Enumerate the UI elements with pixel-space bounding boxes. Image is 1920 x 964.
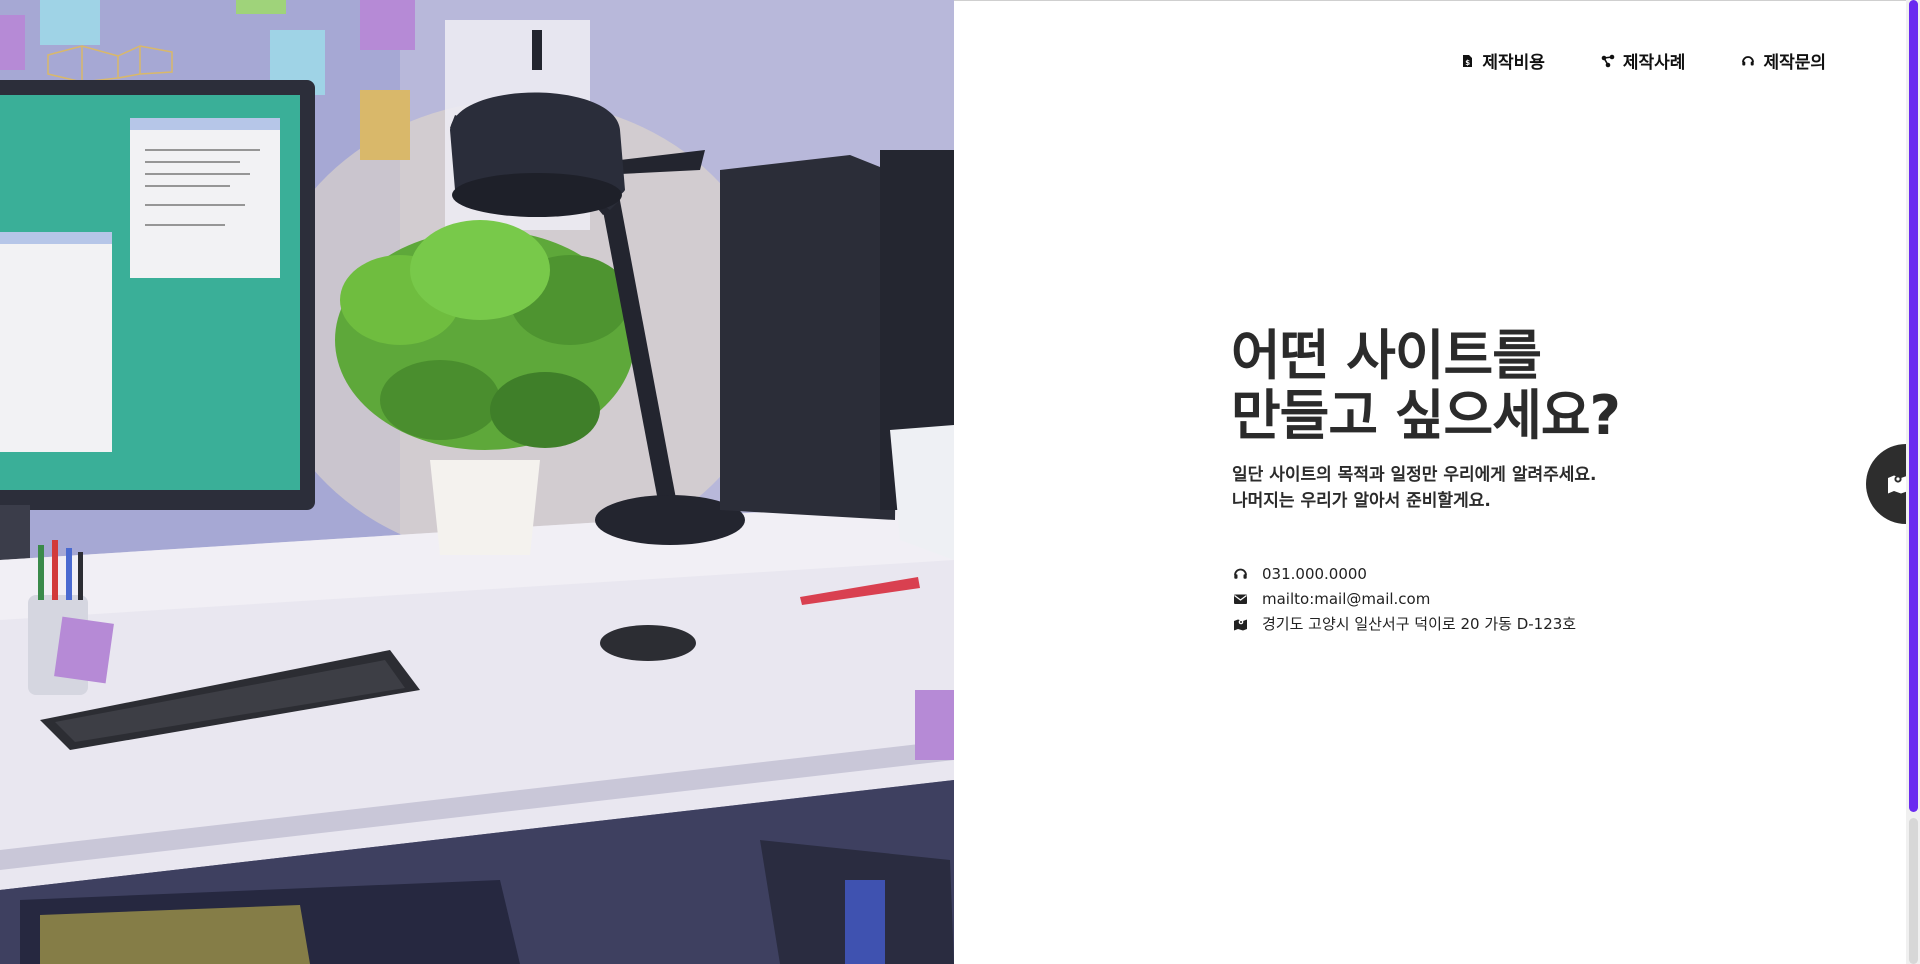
headset-icon — [1742, 55, 1755, 65]
nav-item-portfolio[interactable]: 제작사례 — [1601, 48, 1686, 73]
scrollbar-thumb[interactable] — [1909, 0, 1918, 812]
map-marker-icon — [1232, 617, 1248, 631]
nav-label-pricing: 제작비용 — [1482, 53, 1545, 73]
nav-item-pricing[interactable]: $ 제작비용 — [1460, 48, 1545, 73]
headline-line-2: 만들고 싶으세요? — [1231, 384, 1621, 447]
vertical-scrollbar[interactable] — [1906, 0, 1920, 964]
hero-subtext: 일단 사이트의 목적과 일정만 우리에게 알려주세요. 나머지는 우리가 알아서… — [1232, 462, 1597, 514]
price-tag-icon: $ — [1463, 54, 1473, 67]
headline-line-1: 어떤 사이트를 — [1231, 324, 1542, 387]
subtext-line-1: 일단 사이트의 목적과 일정만 우리에게 알려주세요. — [1232, 465, 1597, 485]
top-nav: $ 제작비용 제작사례 제작문의 — [1460, 48, 1826, 73]
page: $ 제작비용 제작사례 제작문의 어떤 사이트를 만들고 싶으세요? 일단 사이… — [0, 0, 1920, 964]
content-panel: $ 제작비용 제작사례 제작문의 어떤 사이트를 만들고 싶으세요? 일단 사이… — [954, 0, 1920, 964]
contact-info: 031.000.0000 mailto:mail@mail.com 경기도 고양… — [1232, 561, 1576, 636]
contact-address: 경기도 고양시 일산서구 덕이로 20 가동 D-123호 — [1262, 615, 1577, 633]
share-nodes-icon — [1601, 54, 1615, 67]
contact-email-row: mailto:mail@mail.com — [1232, 586, 1576, 611]
nav-item-inquiry[interactable]: 제작문의 — [1741, 48, 1826, 73]
subtext-line-2: 나머지는 우리가 알아서 준비할게요. — [1232, 491, 1491, 511]
contact-phone-row: 031.000.0000 — [1232, 561, 1576, 586]
envelope-icon — [1232, 592, 1248, 606]
nav-label-inquiry: 제작문의 — [1763, 53, 1826, 73]
svg-text:$: $ — [1466, 59, 1471, 67]
desk-scene-illustration — [0, 0, 954, 964]
page-title: 어떤 사이트를 만들고 싶으세요? — [1231, 324, 1621, 447]
contact-address-row: 경기도 고양시 일산서구 덕이로 20 가동 D-123호 — [1232, 611, 1576, 636]
nav-label-portfolio: 제작사례 — [1622, 53, 1686, 73]
headset-icon — [1232, 567, 1248, 581]
hero-photo — [0, 0, 954, 964]
scrollbar-track-lower — [1909, 818, 1918, 964]
contact-email[interactable]: mailto:mail@mail.com — [1262, 590, 1430, 608]
contact-phone[interactable]: 031.000.0000 — [1262, 565, 1367, 583]
